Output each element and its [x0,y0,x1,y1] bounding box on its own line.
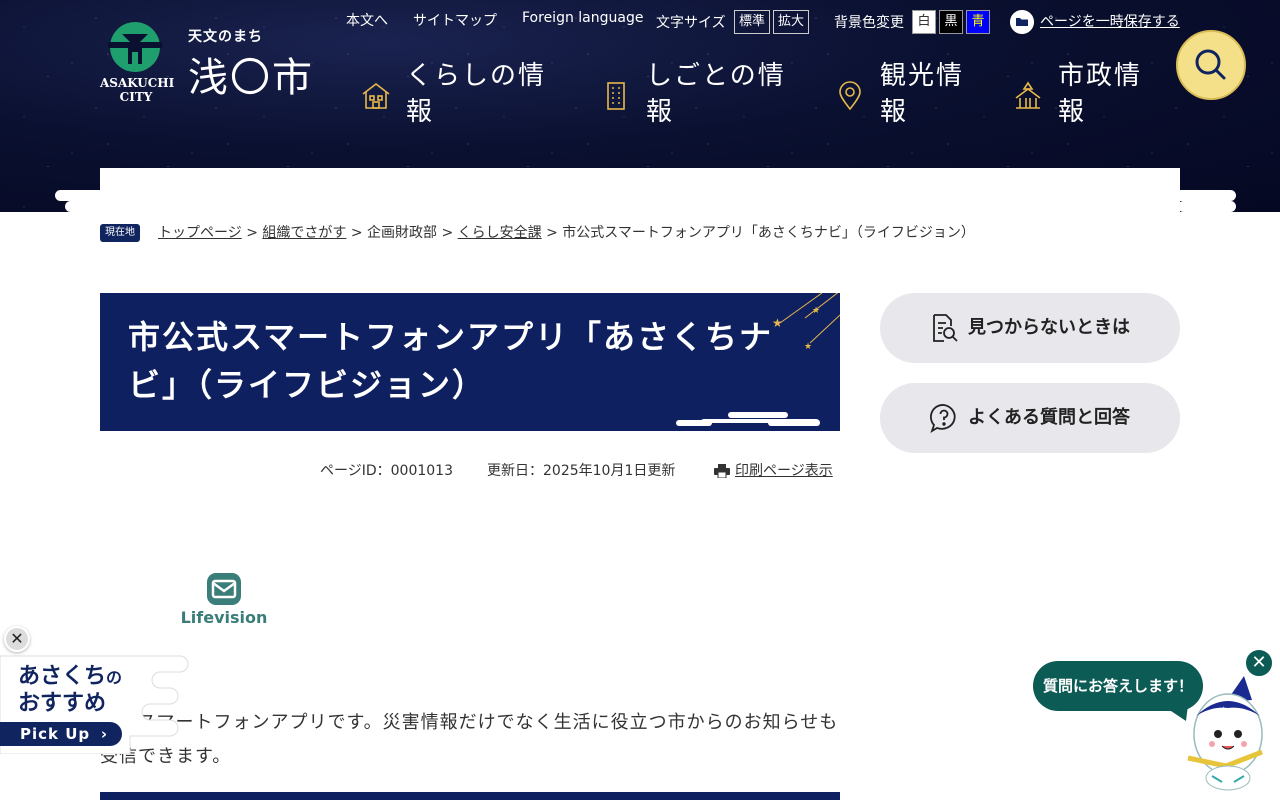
folder-icon [1010,10,1034,34]
building-icon [607,82,625,110]
bg-color-label: 背景色変更 [834,15,904,31]
header-bottom-band [100,168,1180,212]
breadcrumb: 現在地 トップページ > 組織でさがす > 企画財政部 > くらし安全課 > 市公… [100,222,975,244]
printer-icon [714,464,730,478]
map-pin-icon [839,81,861,111]
svg-text:✦: ✦ [1220,705,1227,714]
cloud-decoration [700,419,820,423]
foreign-language-link[interactable]: Foreign language [522,10,643,34]
close-icon: ✕ [1251,652,1267,673]
mascot-character-icon[interactable]: ✦ [1182,672,1274,794]
breadcrumb-current-page: 市公式スマートフォンアプリ「あさくちナビ」（ライフビジョン） [562,225,975,241]
chevron-right-icon: › [100,725,108,743]
pickup-button[interactable]: Pick Up › [0,722,122,746]
current-location-badge: 現在地 [100,224,140,242]
bg-white-button[interactable]: 白 [912,10,936,34]
font-size-standard-button[interactable]: 標準 [734,10,771,34]
lifevision-app-image: Lifevision [124,530,324,648]
bg-blue-button[interactable]: 青 [966,10,990,34]
breadcrumb-separator: > [246,225,258,241]
faq-button[interactable]: よくある質問と回答 [880,383,1180,453]
skip-to-content-link[interactable]: 本文へ [346,10,388,34]
pickup-title-main: あさくち [18,664,107,689]
cloud-decoration [728,412,788,418]
nav-tourism-label: 観光情報 [880,61,965,127]
breadcrumb-top-page[interactable]: トップページ [158,225,242,241]
pickup-title-particle: の [106,668,123,687]
font-size-large-button[interactable]: 拡大 [773,10,810,34]
bg-black-button[interactable]: 黒 [939,10,963,34]
search-button[interactable] [1176,30,1246,100]
nav-work-label: しごとの情報 [646,61,786,127]
pickup-close-button[interactable]: ✕ [4,626,30,652]
breadcrumb-find-by-org[interactable]: 組織でさがす [262,225,346,241]
font-size-label: 文字サイズ [656,15,726,31]
print-page-link[interactable]: 印刷ページ表示 [714,460,833,482]
not-found-label: 見つからないときは [968,317,1130,338]
cloud-decoration [1178,201,1236,212]
print-page-label: 印刷ページ表示 [735,463,833,479]
faq-label: よくある質問と回答 [968,407,1130,428]
page-title-banner: ★ ★ ★ 市公式スマートフォンアプリ「あさくちナビ」（ライフビジョン） [100,293,840,431]
chatbot-bubble[interactable]: 質問にお答えします！ [1033,661,1203,711]
logo-english-name: ASAKUCHI CITY [100,76,175,104]
city-emblem-icon [108,22,162,72]
nav-living-label: くらしの情報 [406,61,547,127]
chatbot-bubble-label: 質問にお答えします！ [1042,677,1193,695]
site-logo[interactable]: ASAKUCHI CITY 天文のまち 浅〇市 [100,18,330,108]
breadcrumb-safety-division[interactable]: くらし安全課 [458,225,542,241]
house-icon [362,82,390,109]
question-bubble-icon [930,404,956,434]
logo-city-name: 浅〇市 [188,55,314,101]
site-header: ASAKUCHI CITY 天文のまち 浅〇市 本文へ サイトマップ Forei… [0,0,1280,212]
body-paragraph: 市のスマートフォンアプリです。災害情報だけでなく生活に役立つ市からのお知らせも受… [100,712,839,767]
page-id: ページID：0001013 [320,463,453,479]
app-name: Lifevision [180,608,268,627]
updated-date: 更新日：2025年10月1日更新 [487,463,676,479]
pickup-widget[interactable]: あさくちの おすすめ Pick Up › [0,654,190,754]
chatbot-close-button[interactable]: ✕ [1244,648,1274,678]
breadcrumb-separator: > [546,225,558,241]
document-search-icon [933,314,958,342]
breadcrumb-planning-finance: 企画財政部 [367,225,438,241]
logo-tagline: 天文のまち [188,29,263,45]
svg-text:★: ★ [812,306,820,316]
mail-app-icon [207,573,241,605]
save-page-button[interactable]: ページを一時保存する [1010,10,1180,34]
pickup-title: あさくちの おすすめ [18,664,122,717]
save-page-label: ページを一時保存する [1040,14,1180,30]
not-found-button[interactable]: 見つからないときは [880,293,1180,363]
city-hall-icon [1015,81,1041,109]
pickup-button-label: Pick Up [20,725,91,743]
sitemap-link[interactable]: サイトマップ [413,10,497,34]
pickup-title-second: おすすめ [18,691,107,716]
page-title: 市公式スマートフォンアプリ「あさくちナビ」（ライフビジョン） [128,318,774,404]
breadcrumb-separator: > [441,225,454,241]
next-section-banner [100,792,840,800]
search-icon [1195,49,1226,80]
breadcrumb-separator: > [350,225,363,241]
nav-city-govt-label: 市政情報 [1058,61,1143,127]
close-icon: ✕ [10,629,24,648]
